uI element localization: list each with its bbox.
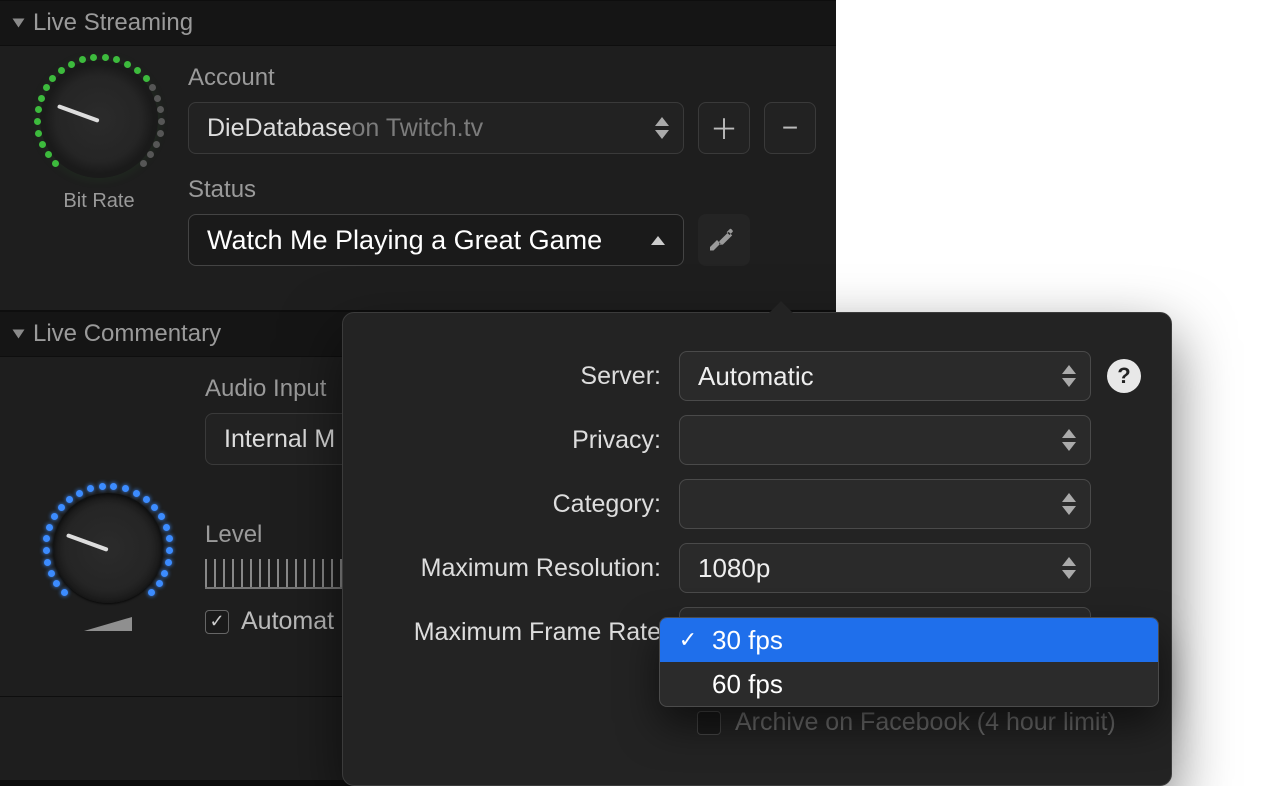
remove-account-button[interactable]: − xyxy=(764,102,816,154)
menu-item-label: 60 fps xyxy=(712,669,783,700)
volume-wedge-icon xyxy=(84,617,132,631)
server-value: Automatic xyxy=(698,361,814,392)
max-resolution-label: Maximum Resolution: xyxy=(373,554,679,583)
max-resolution-dropdown[interactable]: 1080p xyxy=(679,543,1091,593)
audio-input-value: Internal M xyxy=(224,425,335,454)
automat-label: Automat xyxy=(241,607,334,636)
category-label: Category: xyxy=(373,490,679,519)
privacy-dropdown[interactable] xyxy=(679,415,1091,465)
account-value: DieDatabase xyxy=(207,114,352,143)
max-frame-rate-label: Maximum Frame Rate xyxy=(373,618,679,647)
account-label: Account xyxy=(188,64,816,92)
disclosure-triangle-icon xyxy=(13,330,25,339)
section-title: Live Streaming xyxy=(33,9,193,37)
automat-checkbox[interactable]: ✓ xyxy=(205,610,229,634)
archive-facebook-checkbox[interactable]: ✓ xyxy=(697,711,721,735)
stepper-arrows-icon xyxy=(655,117,669,139)
account-service: on Twitch.tv xyxy=(352,114,484,143)
audio-input-dropdown[interactable]: Internal M xyxy=(205,413,355,465)
category-dropdown[interactable] xyxy=(679,479,1091,529)
stepper-arrows-icon xyxy=(1062,429,1076,451)
stepper-arrows-icon xyxy=(1062,365,1076,387)
tools-icon xyxy=(710,226,738,254)
section-live-streaming: Live Streaming Bit Rate Account DieDatab… xyxy=(0,0,836,311)
level-slider[interactable] xyxy=(205,559,355,589)
help-button[interactable]: ? xyxy=(1107,359,1141,393)
checkmark-icon: ✓ xyxy=(678,627,698,653)
archive-facebook-label: Archive on Facebook (4 hour limit) xyxy=(735,708,1116,737)
max-resolution-value: 1080p xyxy=(698,553,770,584)
status-label: Status xyxy=(188,176,816,204)
stepper-arrows-icon xyxy=(1062,557,1076,579)
frame-rate-option-30[interactable]: ✓ 30 fps xyxy=(660,618,1158,662)
bit-rate-knob[interactable] xyxy=(44,64,154,174)
section-title: Live Commentary xyxy=(33,320,221,348)
menu-item-label: 30 fps xyxy=(712,625,783,656)
section-header-live-streaming[interactable]: Live Streaming xyxy=(0,1,836,46)
disclosure-triangle-icon xyxy=(13,19,25,28)
status-input[interactable]: Watch Me Playing a Great Game xyxy=(188,214,684,266)
upload-arrow-icon xyxy=(651,236,665,245)
privacy-label: Privacy: xyxy=(373,426,679,455)
server-dropdown[interactable]: Automatic xyxy=(679,351,1091,401)
stream-settings-button[interactable] xyxy=(698,214,750,266)
frame-rate-option-60[interactable]: 60 fps xyxy=(660,662,1158,706)
frame-rate-menu: ✓ 30 fps 60 fps xyxy=(659,617,1159,707)
server-label: Server: xyxy=(373,362,679,391)
level-knob[interactable] xyxy=(53,493,163,603)
add-account-button[interactable]: ＋ xyxy=(698,102,750,154)
stepper-arrows-icon xyxy=(1062,493,1076,515)
stream-settings-popover: Server: Automatic ? Privacy: Category: xyxy=(342,312,1172,786)
account-dropdown[interactable]: DieDatabase on Twitch.tv xyxy=(188,102,684,154)
status-value: Watch Me Playing a Great Game xyxy=(207,225,602,256)
bit-rate-label: Bit Rate xyxy=(63,190,134,213)
